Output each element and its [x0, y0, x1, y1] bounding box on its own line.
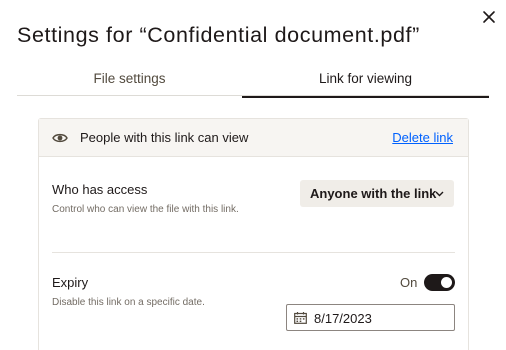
toggle-knob: [441, 277, 452, 288]
access-dropdown-value: Anyone with the link: [310, 186, 437, 201]
delete-link-button[interactable]: Delete link: [392, 130, 453, 145]
tab-link-for-viewing[interactable]: Link for viewing: [242, 68, 489, 98]
tab-file-settings[interactable]: File settings: [17, 68, 242, 96]
access-dropdown[interactable]: Anyone with the link: [300, 180, 454, 207]
panel-header: People with this link can view Delete li…: [39, 119, 468, 157]
close-icon: [483, 11, 495, 23]
access-label: Who has access: [52, 182, 148, 197]
link-permission-text: People with this link can view: [80, 130, 249, 145]
calendar-icon: [294, 312, 307, 324]
chevron-down-icon: [435, 191, 444, 197]
access-description: Control who can view the file with this …: [52, 204, 239, 215]
expiry-toggle-label: On: [400, 275, 418, 290]
settings-tabs: File settings Link for viewing: [17, 68, 489, 98]
expiry-date-value: 8/17/2023: [314, 311, 372, 326]
divider: [52, 252, 455, 253]
expiry-label: Expiry: [52, 275, 89, 290]
eye-icon: [52, 133, 68, 143]
expiry-toggle[interactable]: [424, 274, 455, 291]
expiry-description: Disable this link on a specific date.: [52, 297, 205, 308]
link-settings-panel: People with this link can view Delete li…: [38, 118, 469, 350]
dialog-title: Settings for “Confidential document.pdf”: [17, 23, 420, 47]
expiry-date-input[interactable]: 8/17/2023: [286, 304, 455, 331]
close-button[interactable]: [478, 6, 500, 28]
